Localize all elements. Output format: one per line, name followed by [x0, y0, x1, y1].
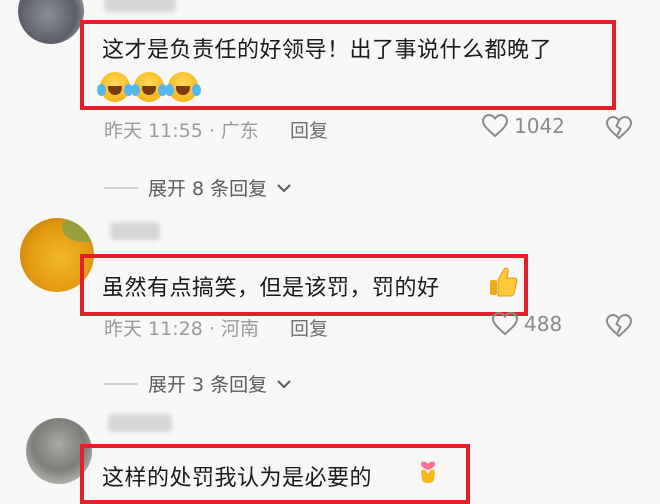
expand-replies-label: 展开 8 条回复	[148, 178, 268, 200]
like-button[interactable]: 1042	[482, 114, 565, 138]
like-count: 1042	[514, 114, 565, 138]
heart-icon	[492, 312, 518, 336]
username[interactable]	[108, 414, 172, 432]
comment-time-location: 昨天 11:28 · 河南	[104, 318, 259, 340]
like-button[interactable]: 488	[492, 312, 562, 336]
divider	[104, 382, 138, 385]
expand-replies-button[interactable]: 展开 3 条回复	[104, 370, 291, 397]
dislike-icon[interactable]	[606, 116, 632, 140]
reply-button[interactable]: 回复	[290, 314, 328, 341]
laughing-crying-emoji	[131, 72, 167, 102]
like-count: 488	[524, 312, 563, 336]
username[interactable]	[104, 0, 176, 12]
laughing-crying-emoji	[97, 72, 133, 102]
username[interactable]	[110, 222, 160, 240]
comment-text: 虽然有点搞笑，但是该罚，罚的好	[102, 276, 440, 301]
chevron-down-icon	[277, 183, 291, 192]
laughing-crying-emoji	[165, 72, 201, 102]
avatar[interactable]	[18, 0, 84, 44]
thumbs-up-emoji	[490, 267, 518, 297]
heart-icon	[482, 114, 508, 138]
reply-button[interactable]: 回复	[290, 116, 328, 143]
comment-time-location: 昨天 11:55 · 广东	[104, 120, 259, 142]
expand-replies-button[interactable]: 展开 8 条回复	[104, 174, 291, 201]
emoji-row	[97, 72, 201, 102]
comment-text: 这才是负责任的好领导！出了事说什么都晚了	[102, 38, 553, 63]
finger-heart-emoji	[420, 461, 436, 483]
comment-text: 这样的处罚我认为是必要的	[102, 466, 373, 491]
dislike-icon[interactable]	[606, 314, 632, 338]
chevron-down-icon	[277, 379, 291, 388]
expand-replies-label: 展开 3 条回复	[148, 374, 268, 396]
divider	[104, 186, 138, 189]
